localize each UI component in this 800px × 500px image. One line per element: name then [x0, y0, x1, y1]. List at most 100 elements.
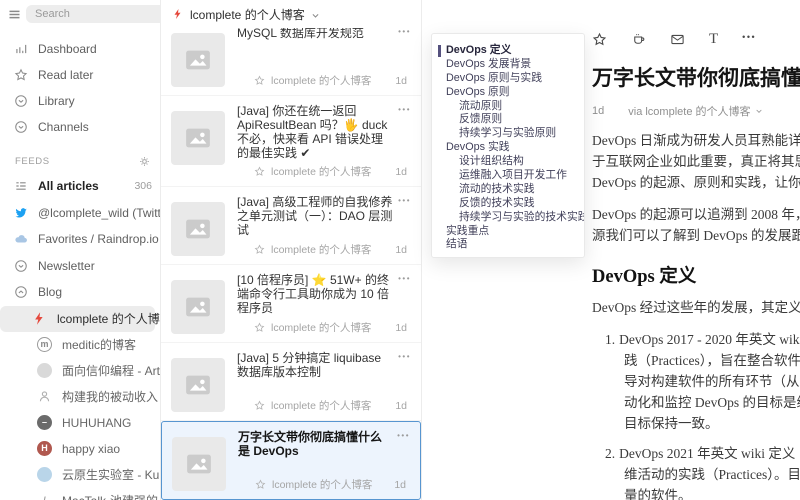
list-item[interactable]: MySQL 数据库开发规范lcomplete 的个人博客1d•••: [161, 28, 421, 96]
toc-item[interactable]: DevOps 发展背景: [432, 58, 584, 72]
toc-item[interactable]: DevOps 定义: [432, 44, 584, 58]
text-line: 维活动的实践（Practices）。目标是缩: [605, 464, 800, 485]
toc-item[interactable]: 流动原则: [432, 100, 584, 114]
feed-item-blog[interactable]: Blog: [0, 279, 160, 306]
list-item[interactable]: [10 倍程序员] ⭐ 51W+ 的终端命令行工具助你成为 10 倍程序员lco…: [161, 265, 421, 343]
feed-header[interactable]: lcomplete 的个人博客: [161, 0, 421, 28]
more-icon[interactable]: •••: [742, 32, 757, 47]
item-title: [Java] 5 分钟搞定 liquibase 数据库版本控制: [237, 351, 409, 379]
feed-item-raindrop[interactable]: Favorites / Raindrop.io: [0, 226, 160, 253]
thumbnail: [171, 280, 225, 334]
toc-item[interactable]: 持续学习与实验原则: [432, 127, 584, 141]
thumbnail: [172, 437, 226, 491]
text-line: DevOps 日渐成为研发人员耳熟能详的一个组: [592, 130, 800, 151]
star-icon[interactable]: [254, 244, 265, 255]
image-placeholder-icon: [183, 292, 213, 322]
toc-item[interactable]: 反馈原则: [432, 113, 584, 127]
toc-item[interactable]: 反馈的技术实践: [432, 197, 584, 211]
blog-feed-item[interactable]: 面向信仰编程 - Artic...: [0, 358, 160, 384]
more-button[interactable]: •••: [397, 431, 410, 440]
item-main: [10 倍程序员] ⭐ 51W+ 的终端命令行工具助你成为 10 倍程序员lco…: [237, 273, 409, 335]
article-meta: 1d via lcomplete 的个人博客: [592, 103, 800, 119]
list-item[interactable]: [Java] 你还在统一返回 ApiResultBean 吗？🖐 duck 不必…: [161, 96, 421, 187]
blog-feed-item[interactable]: mmeditic的博客: [0, 332, 160, 358]
star-icon[interactable]: [254, 75, 265, 86]
more-button[interactable]: •••: [398, 274, 411, 283]
blog-feed-item[interactable]: 云原生实验室 - Kube...: [0, 462, 160, 488]
toc-item[interactable]: 结语: [432, 238, 584, 252]
more-button[interactable]: •••: [398, 105, 411, 114]
thumbnail: [171, 202, 225, 256]
dashboard-icon: [14, 42, 28, 56]
star-icon[interactable]: [255, 479, 266, 490]
feed-item-all-articles[interactable]: All articles 306: [0, 173, 160, 200]
star-icon[interactable]: [592, 32, 607, 47]
item-main: [Java] 5 分钟搞定 liquibase 数据库版本控制 lcomplete…: [237, 351, 409, 413]
text-line: DevOps 的起源可以追溯到 2008 年，在一次: [592, 204, 800, 225]
ordered-list-item: 1.DevOps 2017 - 2020 年英文 wiki 定义践（Practi…: [592, 329, 800, 434]
paragraph: DevOps 的起源可以追溯到 2008 年，在一次源我们可以了解到 DevOp…: [592, 204, 800, 246]
more-button[interactable]: •••: [398, 196, 411, 205]
text-line: DevOps 的起源、原则和实践，让你搞清楚到: [592, 172, 800, 193]
toc-item[interactable]: DevOps 原则与实践: [432, 72, 584, 86]
feed-item-label: lcomplete 的个人博客: [57, 310, 161, 327]
feed-item-twitter[interactable]: @lcomplete_wild (Twitt...264: [0, 200, 160, 227]
sidebar-item-dashboard[interactable]: Dashboard: [0, 36, 160, 62]
article-title: 万字长文带你彻底搞懂什么: [592, 62, 800, 92]
search-input[interactable]: [26, 5, 161, 23]
time-label: 1d: [395, 75, 407, 87]
feed-favicon: –: [37, 415, 52, 430]
feed-item-label: meditic的博客: [62, 336, 136, 353]
item-footer: lcomplete 的个人博客1d: [237, 394, 409, 413]
item-title: [10 倍程序员] ⭐ 51W+ 的终端命令行工具助你成为 10 倍程序员: [237, 273, 409, 315]
ordered-list-item: 2.DevOps 2021 年英文 wiki 定义（直译）维活动的实践（Prac…: [592, 443, 800, 500]
time-label: 1d: [395, 322, 407, 334]
star-icon[interactable]: [254, 166, 265, 177]
gear-icon[interactable]: [138, 155, 151, 168]
more-button[interactable]: •••: [398, 352, 411, 361]
toc-item[interactable]: 持续学习与实验的技术实践: [432, 211, 584, 225]
thumbnail: [171, 33, 225, 87]
mail-icon[interactable]: [670, 32, 685, 47]
toc-item[interactable]: 流动的技术实践: [432, 183, 584, 197]
list-item[interactable]: [Java] 高级工程师的自我修养之单元测试（一）：DAO 层测试lcomple…: [161, 187, 421, 265]
blog-feed-item[interactable]: lcomplete 的个人博客: [0, 306, 155, 332]
feed-item-label: 构建我的被动收入: [62, 388, 158, 405]
article-list: MySQL 数据库开发规范lcomplete 的个人博客1d•••[Java] …: [161, 28, 421, 500]
toc-item[interactable]: 实践重点: [432, 225, 584, 239]
feed-item-label: @lcomplete_wild (Twitt...: [38, 206, 161, 220]
sidebar-item-library[interactable]: Library: [0, 88, 160, 114]
cup-icon[interactable]: [631, 32, 646, 47]
feed-item-newsletter[interactable]: Newsletter: [0, 253, 160, 280]
blog-feed-item[interactable]: /MacTalk-池建强的...: [0, 488, 160, 500]
chevron-circle-icon: [14, 259, 28, 273]
sidebar-item-channels[interactable]: Channels: [0, 114, 160, 140]
sidebar-item-label: Dashboard: [38, 42, 97, 56]
sidebar-item-read-later[interactable]: Read later: [0, 62, 160, 88]
blog-feed-item[interactable]: –HUHUHANG: [0, 410, 160, 436]
list-item[interactable]: 万字长文带你彻底搞懂什么是 DevOpslcomplete 的个人博客1d•••: [161, 421, 421, 500]
list-item[interactable]: [Java] 5 分钟搞定 liquibase 数据库版本控制 lcomplete…: [161, 343, 421, 421]
toc-item[interactable]: DevOps 实践: [432, 141, 584, 155]
text-format-icon[interactable]: T: [709, 32, 718, 47]
blog-feed-item[interactable]: Hhappy xiao: [0, 436, 160, 462]
feed-item-label: 云原生实验室 - Kube...: [62, 466, 161, 483]
via-source[interactable]: via lcomplete 的个人博客: [628, 103, 762, 119]
toc-item-label: 流动的技术实践: [459, 183, 535, 195]
menu-icon[interactable]: [7, 7, 22, 22]
feed-item-label: All articles: [38, 179, 99, 193]
blog-feed-item[interactable]: 构建我的被动收入: [0, 384, 160, 410]
toc-item[interactable]: DevOps 原则: [432, 86, 584, 100]
toc-item[interactable]: 运维融入项目开发工作: [432, 169, 584, 183]
item-footer: lcomplete 的个人博客1d: [237, 69, 409, 88]
item-footer: lcomplete 的个人博客1d: [238, 473, 408, 492]
toc-item[interactable]: 设计组织结构: [432, 155, 584, 169]
unread-count: 306: [134, 180, 152, 192]
feed-favicon: H: [37, 441, 52, 456]
image-placeholder-icon: [184, 449, 214, 479]
star-icon[interactable]: [254, 400, 265, 411]
more-button[interactable]: •••: [398, 28, 411, 36]
item-main: 万字长文带你彻底搞懂什么是 DevOpslcomplete 的个人博客1d: [238, 430, 408, 492]
star-icon[interactable]: [254, 322, 265, 333]
feed-title: lcomplete 的个人博客: [190, 6, 305, 23]
